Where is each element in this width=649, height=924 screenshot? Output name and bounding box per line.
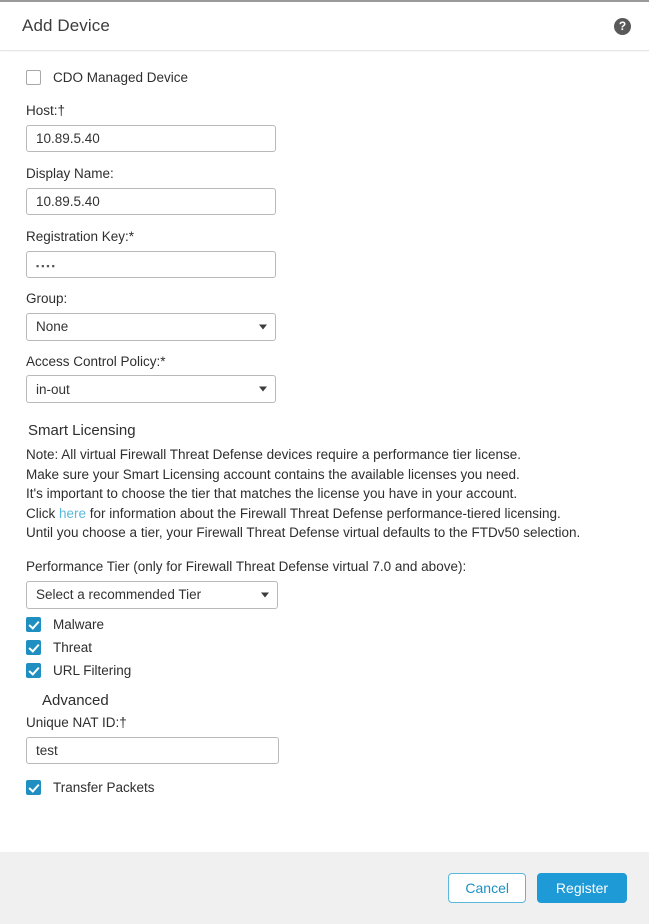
registration-key-label: Registration Key:*: [26, 228, 135, 244]
performance-tier-select-value[interactable]: Select a recommended Tier: [26, 580, 278, 609]
cdo-managed-device-checkbox[interactable]: [26, 70, 41, 85]
performance-tier-select[interactable]: Select a recommended Tier: [26, 580, 278, 609]
help-circle-icon[interactable]: ?: [614, 17, 631, 35]
license-row-malware[interactable]: Malware: [26, 616, 627, 632]
unique-nat-id-input[interactable]: [26, 736, 279, 764]
dialog-footer: Cancel Register: [0, 852, 649, 924]
access-control-policy-label: Access Control Policy:*: [26, 353, 166, 369]
register-button[interactable]: Register: [537, 873, 627, 903]
note-line-4-prefix: Click: [26, 505, 59, 521]
cdo-managed-device-label: CDO Managed Device: [53, 70, 189, 85]
cdo-managed-device-row[interactable]: CDO Managed Device: [26, 70, 627, 85]
threat-checkbox[interactable]: [26, 639, 41, 655]
malware-label: Malware: [53, 616, 105, 632]
dialog-header: Add Device ?: [0, 2, 649, 51]
performance-tier-help-link[interactable]: here: [59, 506, 86, 521]
note-line-4-suffix: for information about the Firewall Threa…: [86, 505, 561, 521]
host-input[interactable]: [26, 124, 276, 152]
transfer-packets-label: Transfer Packets: [53, 779, 155, 795]
advanced-heading: Advanced: [42, 691, 109, 709]
smart-licensing-note-line-5: Until you choose a tier, your Firewall T…: [26, 525, 581, 541]
group-label: Group:: [26, 290, 68, 306]
transfer-packets-checkbox[interactable]: [26, 779, 41, 795]
display-name-input[interactable]: [26, 187, 276, 215]
cancel-button[interactable]: Cancel: [448, 873, 526, 903]
access-control-policy-select[interactable]: in-out: [26, 375, 276, 404]
smart-licensing-note-line-1: Note: All virtual Firewall Threat Defens…: [26, 447, 521, 463]
unique-nat-id-label: Unique NAT ID:†: [26, 714, 127, 730]
license-row-threat[interactable]: Threat: [26, 639, 627, 655]
display-name-label: Display Name:: [26, 165, 114, 181]
performance-tier-label: Performance Tier (only for Firewall Thre…: [26, 558, 467, 574]
dialog-body: CDO Managed Device Host:† Display Name: …: [0, 52, 649, 852]
group-select[interactable]: None: [26, 312, 276, 341]
group-select-value[interactable]: None: [26, 312, 276, 341]
host-label: Host:†: [26, 103, 66, 118]
transfer-packets-row[interactable]: Transfer Packets: [26, 779, 627, 795]
threat-label: Threat: [53, 639, 93, 655]
access-control-policy-select-value[interactable]: in-out: [26, 375, 276, 404]
page-title: Add Device: [22, 16, 110, 35]
smart-licensing-note-line-3: It's important to choose the tier that m…: [26, 486, 518, 502]
smart-licensing-heading: Smart Licensing: [28, 422, 136, 440]
malware-checkbox[interactable]: [26, 616, 41, 632]
url-filtering-checkbox[interactable]: [26, 662, 41, 678]
registration-key-input[interactable]: ▪▪▪▪: [26, 250, 276, 278]
url-filtering-label: URL Filtering: [53, 662, 132, 678]
smart-licensing-note-line-2: Make sure your Smart Licensing account c…: [26, 466, 520, 482]
smart-licensing-note-line-4: Click here for information about the Fir…: [26, 504, 627, 524]
license-row-url-filtering[interactable]: URL Filtering: [26, 662, 627, 678]
registration-key-masked-value: ▪▪▪▪: [36, 260, 57, 271]
